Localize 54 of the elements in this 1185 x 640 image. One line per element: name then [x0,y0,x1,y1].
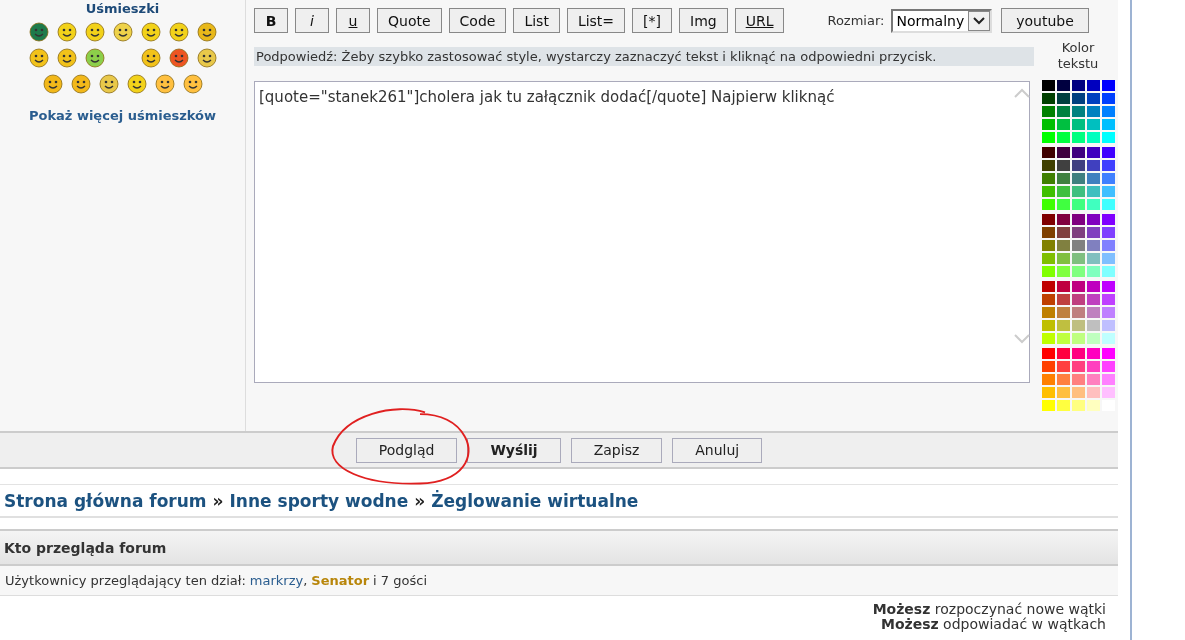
smiley-icon[interactable] [126,74,147,94]
smiley-icon[interactable] [28,48,49,68]
smiley-icon[interactable] [196,22,217,42]
form-button[interactable]: Anuluj [672,437,763,463]
breadcrumb-separator: » [414,490,426,511]
smiley-icon[interactable] [98,74,119,94]
smiley-icon[interactable] [56,48,77,68]
breadcrumb-link[interactable]: Inne sporty wodne [229,490,409,511]
smiley-icon[interactable] [154,74,175,94]
smiley-icon[interactable] [28,22,49,42]
palette-title: Kolor tekstu [1056,40,1100,72]
form-button[interactable]: Podgląd [355,437,458,463]
smiley-icon[interactable] [140,48,161,68]
format-button[interactable]: List [513,8,560,33]
color-palette[interactable] [1041,80,1115,411]
format-button[interactable]: [*] [632,8,673,33]
format-button[interactable]: Img [679,8,728,33]
smiley-icon[interactable] [168,48,189,68]
smiley-icon[interactable] [140,22,161,42]
permission-text: Możesz odpowiadać w wątkach [881,617,1106,632]
caret-icon [973,16,986,25]
smiley-icon[interactable] [182,74,203,94]
form-button[interactable]: Wyślij [467,437,561,463]
more-smilies-link[interactable]: Pokaż więcej uśmieszków [28,108,217,123]
permission-text: Możesz rozpoczynać nowe wątki [872,602,1106,617]
guests-text: i 7 gości [373,573,427,588]
format-button[interactable]: Quote [377,8,442,33]
section-title: Kto przegląda forum [4,539,167,556]
smiley-icon[interactable] [84,48,105,68]
breadcrumb-link[interactable]: Żeglowanie wirtualne [431,490,639,511]
smiley-icon[interactable] [168,22,189,42]
format-button[interactable]: URL [734,8,785,33]
hint-text: Podpowiedź: Żeby szybko zastosować style, wystarczy zaznaczyć tekst i kliknąć na odpowiedni przycisk. [254,47,1034,66]
smilies-title: Uśmieszki [85,1,160,16]
format-button[interactable]: u [336,8,370,33]
user-link[interactable]: markrzy [249,573,304,588]
format-button[interactable]: List= [566,8,626,33]
format-button[interactable]: Code [448,8,507,33]
youtube-button[interactable]: youtube [1001,8,1089,33]
format-button[interactable]: i [295,8,329,33]
smiley-icon[interactable] [84,22,105,42]
size-label: Rozmiar: [827,13,885,28]
smiley-icon[interactable] [70,74,91,94]
smiley-icon[interactable] [196,48,217,68]
form-button[interactable]: Zapisz [570,437,663,463]
breadcrumb-separator: » [212,490,224,511]
breadcrumb-link[interactable]: Strona główna forum [4,490,207,511]
comma: , [303,573,308,588]
smiley-icon[interactable] [112,22,133,42]
viewers-label: Użytkownicy przeglądający ten dział: [5,573,246,588]
size-select[interactable]: Normalny [891,8,993,33]
smiley-icon[interactable] [56,22,77,42]
smiley-icon[interactable] [42,74,63,94]
format-button[interactable]: B [254,8,288,33]
